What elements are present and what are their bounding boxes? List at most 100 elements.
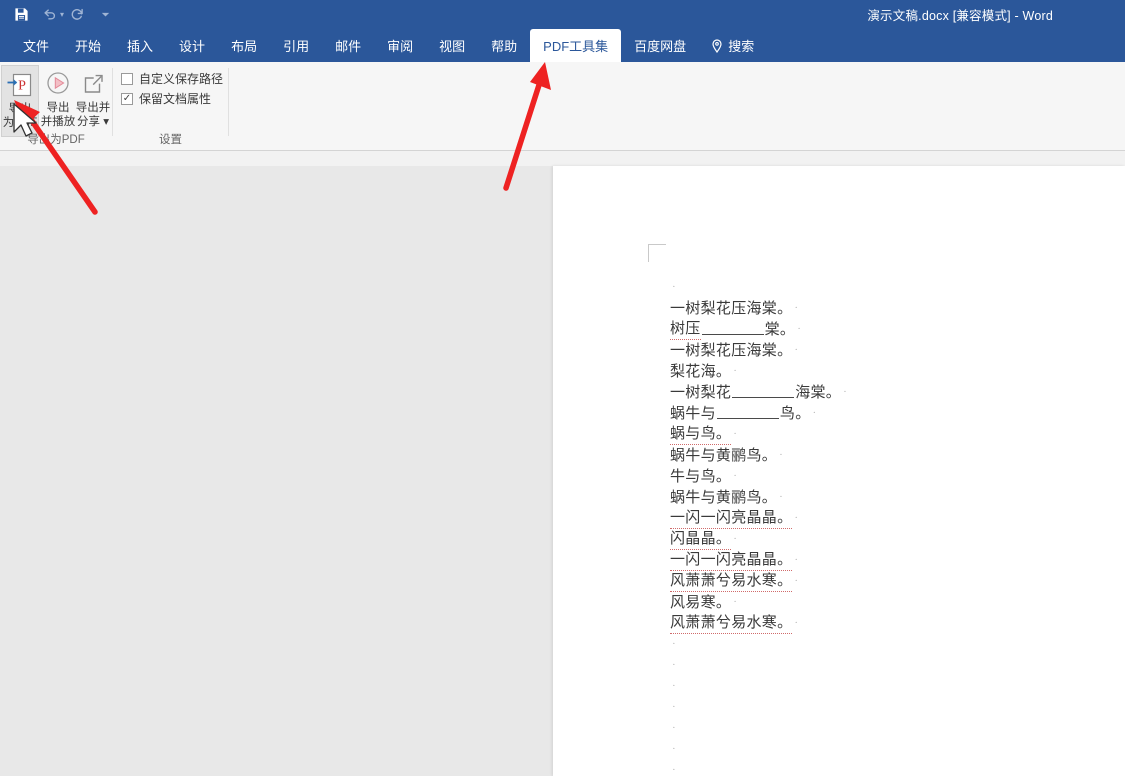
custom-save-path-label: 自定义保存路径	[139, 72, 224, 86]
paragraph-mark: ·	[733, 427, 738, 440]
tab-mailings[interactable]: 邮件	[322, 29, 374, 62]
paragraph-mark: ·	[672, 658, 676, 671]
doc-line: 一树梨花压海棠。 ·	[670, 339, 1100, 360]
paragraph-mark: ·	[672, 700, 676, 713]
doc-line: 风萧萧兮易水寒。 ·	[670, 612, 1100, 634]
doc-line: 风易寒。 ·	[670, 591, 1100, 612]
paragraph-mark: ·	[794, 616, 799, 629]
tab-review[interactable]: 审阅	[374, 29, 426, 62]
doc-line-text: 一树梨花压海棠。	[670, 343, 793, 359]
tab-pdf-tools-label: PDF工具集	[543, 39, 609, 54]
paragraph-mark: ·	[794, 343, 799, 356]
doc-line: 蜗牛与黄鹂鸟。 ·	[670, 486, 1100, 507]
paragraph-mark: ·	[794, 553, 799, 566]
share-box-icon	[79, 65, 107, 99]
export-to-pdf-label-2: 为PDF	[2, 117, 38, 129]
doc-line-text: 一闪一闪亮晶晶。	[670, 548, 793, 571]
play-circle-icon	[44, 65, 72, 99]
fill-in-blank	[701, 322, 764, 335]
doc-line-suffix: 海棠。	[795, 385, 842, 401]
export-and-share-button[interactable]: 导出并 分享 ▾	[75, 65, 111, 137]
doc-line-text: 蜗与鸟。	[670, 422, 732, 445]
tab-mailings-label: 邮件	[335, 39, 362, 54]
ribbon-group-settings-label: 设置	[159, 134, 182, 146]
tab-references-label: 引用	[283, 39, 310, 54]
doc-line: ·	[670, 633, 1100, 654]
doc-line: 闪晶晶。 ·	[670, 527, 1100, 550]
paragraph-mark: ·	[794, 511, 799, 524]
doc-line: ·	[670, 717, 1100, 738]
doc-line: 一树梨花 海棠。 ·	[670, 381, 1100, 402]
tab-insert-label: 插入	[127, 39, 154, 54]
paragraph-mark: ·	[672, 679, 676, 692]
doc-line: 一闪一闪亮晶晶。 ·	[670, 548, 1100, 571]
ribbon-tab-strip: 文件 开始 插入 设计 布局 引用 邮件 审阅 视图 帮助 PDF工具集 百度网…	[0, 29, 1125, 62]
title-bar: ▾ 演示文稿.docx [兼容模式] - Word	[0, 0, 1125, 29]
doc-line: ·	[670, 675, 1100, 696]
doc-line: 蜗牛与 鸟。 ·	[670, 402, 1100, 423]
export-and-share-label-2: 分享 ▾	[77, 116, 109, 128]
doc-line-text: 蜗牛与黄鹂鸟。	[670, 490, 778, 506]
tab-pdf-tools[interactable]: PDF工具集	[530, 29, 622, 62]
doc-line-text: 一树梨花压海棠。	[670, 301, 793, 317]
paragraph-mark: ·	[779, 490, 784, 503]
export-to-pdf-button[interactable]: P 导出 为PDF	[1, 65, 39, 137]
paragraph-mark: ·	[672, 637, 676, 650]
doc-line-text: 风易寒。	[670, 595, 732, 611]
tab-view-label: 视图	[439, 39, 466, 54]
svg-text:P: P	[18, 78, 26, 93]
paragraph-mark: ·	[843, 385, 848, 398]
tab-home-label: 开始	[75, 39, 102, 54]
keep-doc-properties-checkbox-box: ✓	[121, 92, 133, 105]
doc-line: 树压 棠。 ·	[670, 317, 1100, 340]
fill-in-blank	[732, 385, 795, 398]
keep-doc-properties-label: 保留文档属性	[139, 92, 212, 106]
doc-line-text: 梨花海。	[670, 364, 732, 380]
fill-in-blank	[716, 406, 779, 419]
margin-corner-mark	[648, 244, 666, 262]
tab-layout[interactable]: 布局	[218, 29, 270, 62]
ribbon-group-export-to-pdf: P 导出 为PDF 导出 并播放 导出并 分享 ▾ 导出为PDF	[0, 62, 112, 150]
tab-file[interactable]: 文件	[10, 29, 62, 62]
paragraph-mark: ·	[672, 721, 676, 734]
tab-search-label: 搜索	[728, 39, 755, 54]
tab-view[interactable]: 视图	[426, 29, 478, 62]
tab-references[interactable]: 引用	[270, 29, 322, 62]
export-to-pdf-label-1: 导出	[8, 103, 32, 115]
doc-line-text: 闪晶晶。	[670, 527, 732, 550]
tab-design[interactable]: 设计	[166, 29, 218, 62]
keep-doc-properties-checkbox[interactable]: ✓ 保留文档属性	[121, 90, 211, 107]
custom-save-path-checkbox[interactable]: 自定义保存路径	[121, 70, 223, 87]
window-title: 演示文稿.docx [兼容模式] - Word	[867, 9, 1053, 23]
pdf-export-icon: P	[6, 66, 34, 100]
paragraph-mark: ·	[672, 763, 676, 776]
paragraph-mark: ·	[779, 448, 784, 461]
tab-baidu-netdisk[interactable]: 百度网盘	[621, 29, 699, 62]
doc-line-text: 牛与鸟。	[670, 469, 732, 485]
doc-line-suffix: 棠。	[764, 322, 796, 338]
export-and-play-button[interactable]: 导出 并播放	[39, 65, 77, 137]
doc-line-prefix: 蜗牛与	[670, 406, 716, 422]
paragraph-mark: ·	[797, 322, 802, 335]
ribbon-group-separator-2	[228, 68, 229, 136]
ruler-strip	[0, 151, 1125, 166]
doc-line: 一树梨花压海棠。 ·	[670, 297, 1100, 318]
doc-line: 牛与鸟。 ·	[670, 465, 1100, 486]
paragraph-mark: ·	[812, 406, 817, 419]
tab-help[interactable]: 帮助	[478, 29, 530, 62]
document-page[interactable]: · 一树梨花压海棠。 · 树压 棠。 · 一树梨花压海棠。 · 梨花海。 · 一树梨花 海棠…	[553, 166, 1125, 776]
document-text-body[interactable]: · 一树梨花压海棠。 · 树压 棠。 · 一树梨花压海棠。 · 梨花海。 · 一树梨花 海棠…	[670, 276, 1100, 776]
tab-home[interactable]: 开始	[62, 29, 114, 62]
paragraph-mark: ·	[733, 469, 738, 482]
word-window: ▾ 演示文稿.docx [兼容模式] - Word 文件 开始 插入 设计 布局…	[0, 0, 1125, 776]
tab-search[interactable]: 搜索	[699, 29, 767, 62]
paragraph-mark: ·	[672, 280, 676, 293]
doc-line-prefix: 树压	[670, 317, 701, 340]
ribbon: P 导出 为PDF 导出 并播放 导出并 分享 ▾ 导出为PDF 自定义保存路径…	[0, 62, 1125, 151]
custom-save-path-checkbox-box	[121, 72, 133, 85]
tab-insert[interactable]: 插入	[114, 29, 166, 62]
doc-line: ·	[670, 654, 1100, 675]
doc-line: 蜗与鸟。 ·	[670, 422, 1100, 445]
ribbon-group-export-to-pdf-label: 导出为PDF	[27, 134, 85, 146]
doc-line-text: 一闪一闪亮晶晶。	[670, 506, 793, 529]
